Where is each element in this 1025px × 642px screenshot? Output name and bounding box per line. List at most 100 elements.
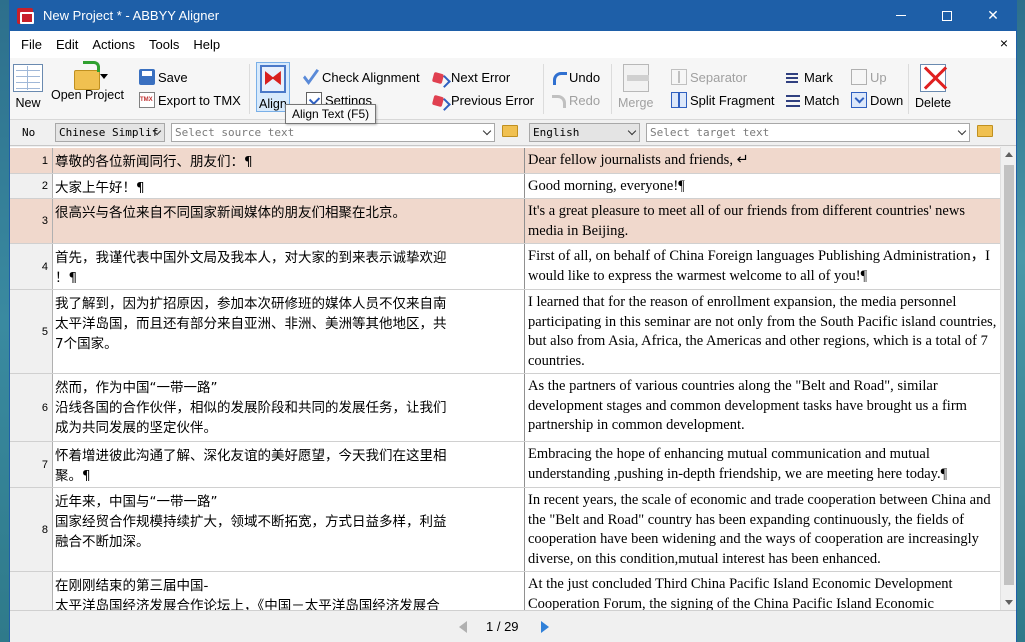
table-row[interactable]: 4 首先，我谨代表中国外文局及我本人，对大家的到来表示诚挚欢迎 ！¶ First of… xyxy=(10,244,1000,290)
open-project-label: Open Project xyxy=(51,88,124,102)
source-fragment-cell[interactable]: 在刚刚结束的第三届中国- 太平洋岛国经济发展合作论坛上，《中国－太平洋岛国经济发展… xyxy=(53,572,525,610)
table-row[interactable]: 在刚刚结束的第三届中国- 太平洋岛国经济发展合作论坛上，《中国－太平洋岛国经济发展… xyxy=(10,572,1000,610)
source-fragment-cell[interactable]: 近年来，中国与“一带一路” 国家经贸合作规模持续扩大，领域不断拓宽，方式日益多样，… xyxy=(53,488,525,571)
target-fragment-cell[interactable]: I learned that for the reason of enrollm… xyxy=(525,290,1000,373)
chevron-down-icon xyxy=(627,126,637,136)
table-row[interactable]: 5 我了解到，因为扩招原因，参加本次研修班的媒体人员不仅来自南 太平洋岛国，而且还有… xyxy=(10,290,1000,374)
number-column-header: No xyxy=(22,126,36,139)
mark-button[interactable]: Mark xyxy=(785,67,833,87)
page-indicator: 1 / 29 xyxy=(486,619,519,634)
target-fragment-cell[interactable]: It's a great pleasure to meet all of our… xyxy=(525,199,1000,243)
toolbar-separator xyxy=(908,64,909,114)
source-text-select[interactable]: Select source text xyxy=(171,123,495,142)
undo-label: Undo xyxy=(569,69,601,85)
menu-edit[interactable]: Edit xyxy=(49,37,85,52)
previous-page-icon[interactable] xyxy=(459,621,467,633)
new-document-icon xyxy=(13,64,43,92)
redo-button[interactable]: Redo xyxy=(550,90,600,110)
table-row[interactable]: 6 然而，作为中国“一带一路” 沿线各国的合作伙伴，相似的发展阶段和共同的发展任务，… xyxy=(10,374,1000,442)
separator-button[interactable]: Separator xyxy=(671,67,747,87)
source-fragment-cell[interactable]: 首先，我谨代表中国外文局及我本人，对大家的到来表示诚挚欢迎 ！¶ xyxy=(53,244,525,289)
move-up-button[interactable]: Up xyxy=(851,67,887,87)
target-fragment-cell[interactable]: Good morning, everyone!¶ xyxy=(525,174,1000,198)
match-label: Match xyxy=(804,92,840,108)
redo-icon xyxy=(550,92,566,108)
menu-bar: File Edit Actions Tools Help × xyxy=(10,31,1016,58)
redo-label: Redo xyxy=(569,92,601,108)
source-text-line: 沿线各国的合作伙伴，相似的发展阶段和共同的发展任务，让我们 xyxy=(55,400,447,416)
table-row[interactable]: 1 尊敬的各位新闻同行、朋友们：¶ Dear fellow journalists … xyxy=(10,148,1000,174)
source-text-line: 7个国家。 xyxy=(55,336,118,352)
window-controls: ✕ xyxy=(878,0,1016,31)
previous-error-label: Previous Error xyxy=(451,92,535,108)
row-number: 6 xyxy=(10,374,53,441)
document-close-icon[interactable]: × xyxy=(1000,35,1008,51)
app-window: New Project * - ABBYY Aligner ✕ File Edi… xyxy=(9,0,1017,642)
target-fragment-cell[interactable]: Dear fellow journalists and friends, ↵ xyxy=(525,148,1000,173)
align-icon xyxy=(259,65,286,93)
source-text-line: 首先，我谨代表中国外文局及我本人，对大家的到来表示诚挚欢迎 xyxy=(55,250,447,266)
target-fragment-cell[interactable]: First of all, on behalf of China Foreign… xyxy=(525,244,1000,289)
source-fragment-cell[interactable]: 然而，作为中国“一带一路” 沿线各国的合作伙伴，相似的发展阶段和共同的发展任务，让… xyxy=(53,374,525,441)
vertical-scrollbar[interactable] xyxy=(1000,147,1016,610)
merge-icon xyxy=(622,64,649,92)
scroll-down-arrow-icon[interactable] xyxy=(1005,600,1013,605)
source-language-select[interactable]: Chinese Simplif xyxy=(55,123,165,142)
export-tmx-button[interactable]: Export to TMX xyxy=(139,90,241,110)
menu-tools[interactable]: Tools xyxy=(142,37,186,52)
save-label: Save xyxy=(158,69,188,85)
move-down-label: Down xyxy=(870,92,904,108)
match-icon xyxy=(785,92,801,108)
source-fragment-cell[interactable]: 我了解到，因为扩招原因，参加本次研修班的媒体人员不仅来自南 太平洋岛国，而且还有部… xyxy=(53,290,525,373)
merge-button[interactable]: Merge xyxy=(618,64,653,110)
menu-help[interactable]: Help xyxy=(186,37,227,52)
next-error-icon xyxy=(432,69,448,85)
target-text-select[interactable]: Select target text xyxy=(646,123,970,142)
menu-actions[interactable]: Actions xyxy=(85,37,142,52)
open-target-folder-icon[interactable] xyxy=(977,125,993,137)
move-down-icon xyxy=(851,92,867,108)
table-row[interactable]: 3 很高兴与各位来自不同国家新闻媒体的朋友们相聚在北京。 It's a great … xyxy=(10,199,1000,244)
separator-icon xyxy=(671,69,687,85)
target-fragment-cell[interactable]: At the just concluded Third China Pacifi… xyxy=(525,572,1000,610)
table-row[interactable]: 8 近年来，中国与“一带一路” 国家经贸合作规模持续扩大，领域不断拓宽，方式日益多样… xyxy=(10,488,1000,572)
open-project-button[interactable]: Open Project xyxy=(51,61,124,102)
previous-error-button[interactable]: Previous Error xyxy=(432,90,534,110)
menu-file[interactable]: File xyxy=(14,37,49,52)
source-fragment-cell[interactable]: 大家上午好！¶ xyxy=(53,174,525,198)
undo-button[interactable]: Undo xyxy=(550,67,600,87)
scrollbar-thumb[interactable] xyxy=(1004,165,1014,585)
split-fragment-button[interactable]: Split Fragment xyxy=(671,90,775,110)
previous-error-icon xyxy=(432,92,448,108)
target-fragment-cell[interactable]: In recent years, the scale of economic a… xyxy=(525,488,1000,571)
source-text-placeholder: Select source text xyxy=(175,126,295,139)
abbyy-app-icon[interactable] xyxy=(17,7,34,24)
source-fragment-cell[interactable]: 尊敬的各位新闻同行、朋友们：¶ xyxy=(53,148,525,173)
target-fragment-cell[interactable]: As the partners of various countries alo… xyxy=(525,374,1000,441)
table-row[interactable]: 7 怀着增进彼此沟通了解、深化友谊的美好愿望，今天我们在这里相 聚。¶ Embraci… xyxy=(10,442,1000,488)
next-page-icon[interactable] xyxy=(541,621,549,633)
close-button[interactable]: ✕ xyxy=(970,0,1016,31)
source-fragment-cell[interactable]: 怀着增进彼此沟通了解、深化友谊的美好愿望，今天我们在这里相 聚。¶ xyxy=(53,442,525,487)
title-bar[interactable]: New Project * - ABBYY Aligner ✕ xyxy=(10,0,1016,31)
save-button[interactable]: Save xyxy=(139,67,188,87)
source-text-line: 太平洋岛国经济发展合作论坛上，《中国－太平洋岛国经济发展合 xyxy=(55,598,440,610)
source-text-line: 近年来，中国与“一带一路” xyxy=(55,494,218,510)
match-button[interactable]: Match xyxy=(785,90,839,110)
row-number: 3 xyxy=(10,199,53,243)
table-row[interactable]: 2 大家上午好！¶ Good morning, everyone!¶ xyxy=(10,174,1000,199)
target-language-select[interactable]: English xyxy=(529,123,640,142)
maximize-button[interactable] xyxy=(924,0,970,31)
scroll-up-arrow-icon[interactable] xyxy=(1005,152,1013,157)
new-button[interactable]: New xyxy=(13,64,43,110)
minimize-button[interactable] xyxy=(878,0,924,31)
pager: 1 / 29 xyxy=(10,610,1016,642)
move-down-button[interactable]: Down xyxy=(851,90,903,110)
check-alignment-button[interactable]: Check Alignment xyxy=(303,67,420,87)
source-fragment-cell[interactable]: 很高兴与各位来自不同国家新闻媒体的朋友们相聚在北京。 xyxy=(53,199,525,243)
open-project-dropdown-icon[interactable] xyxy=(100,74,108,79)
open-source-folder-icon[interactable] xyxy=(502,125,518,137)
next-error-button[interactable]: Next Error xyxy=(432,67,510,87)
delete-button[interactable]: Delete xyxy=(915,64,951,110)
target-fragment-cell[interactable]: Embracing the hope of enhancing mutual c… xyxy=(525,442,1000,487)
